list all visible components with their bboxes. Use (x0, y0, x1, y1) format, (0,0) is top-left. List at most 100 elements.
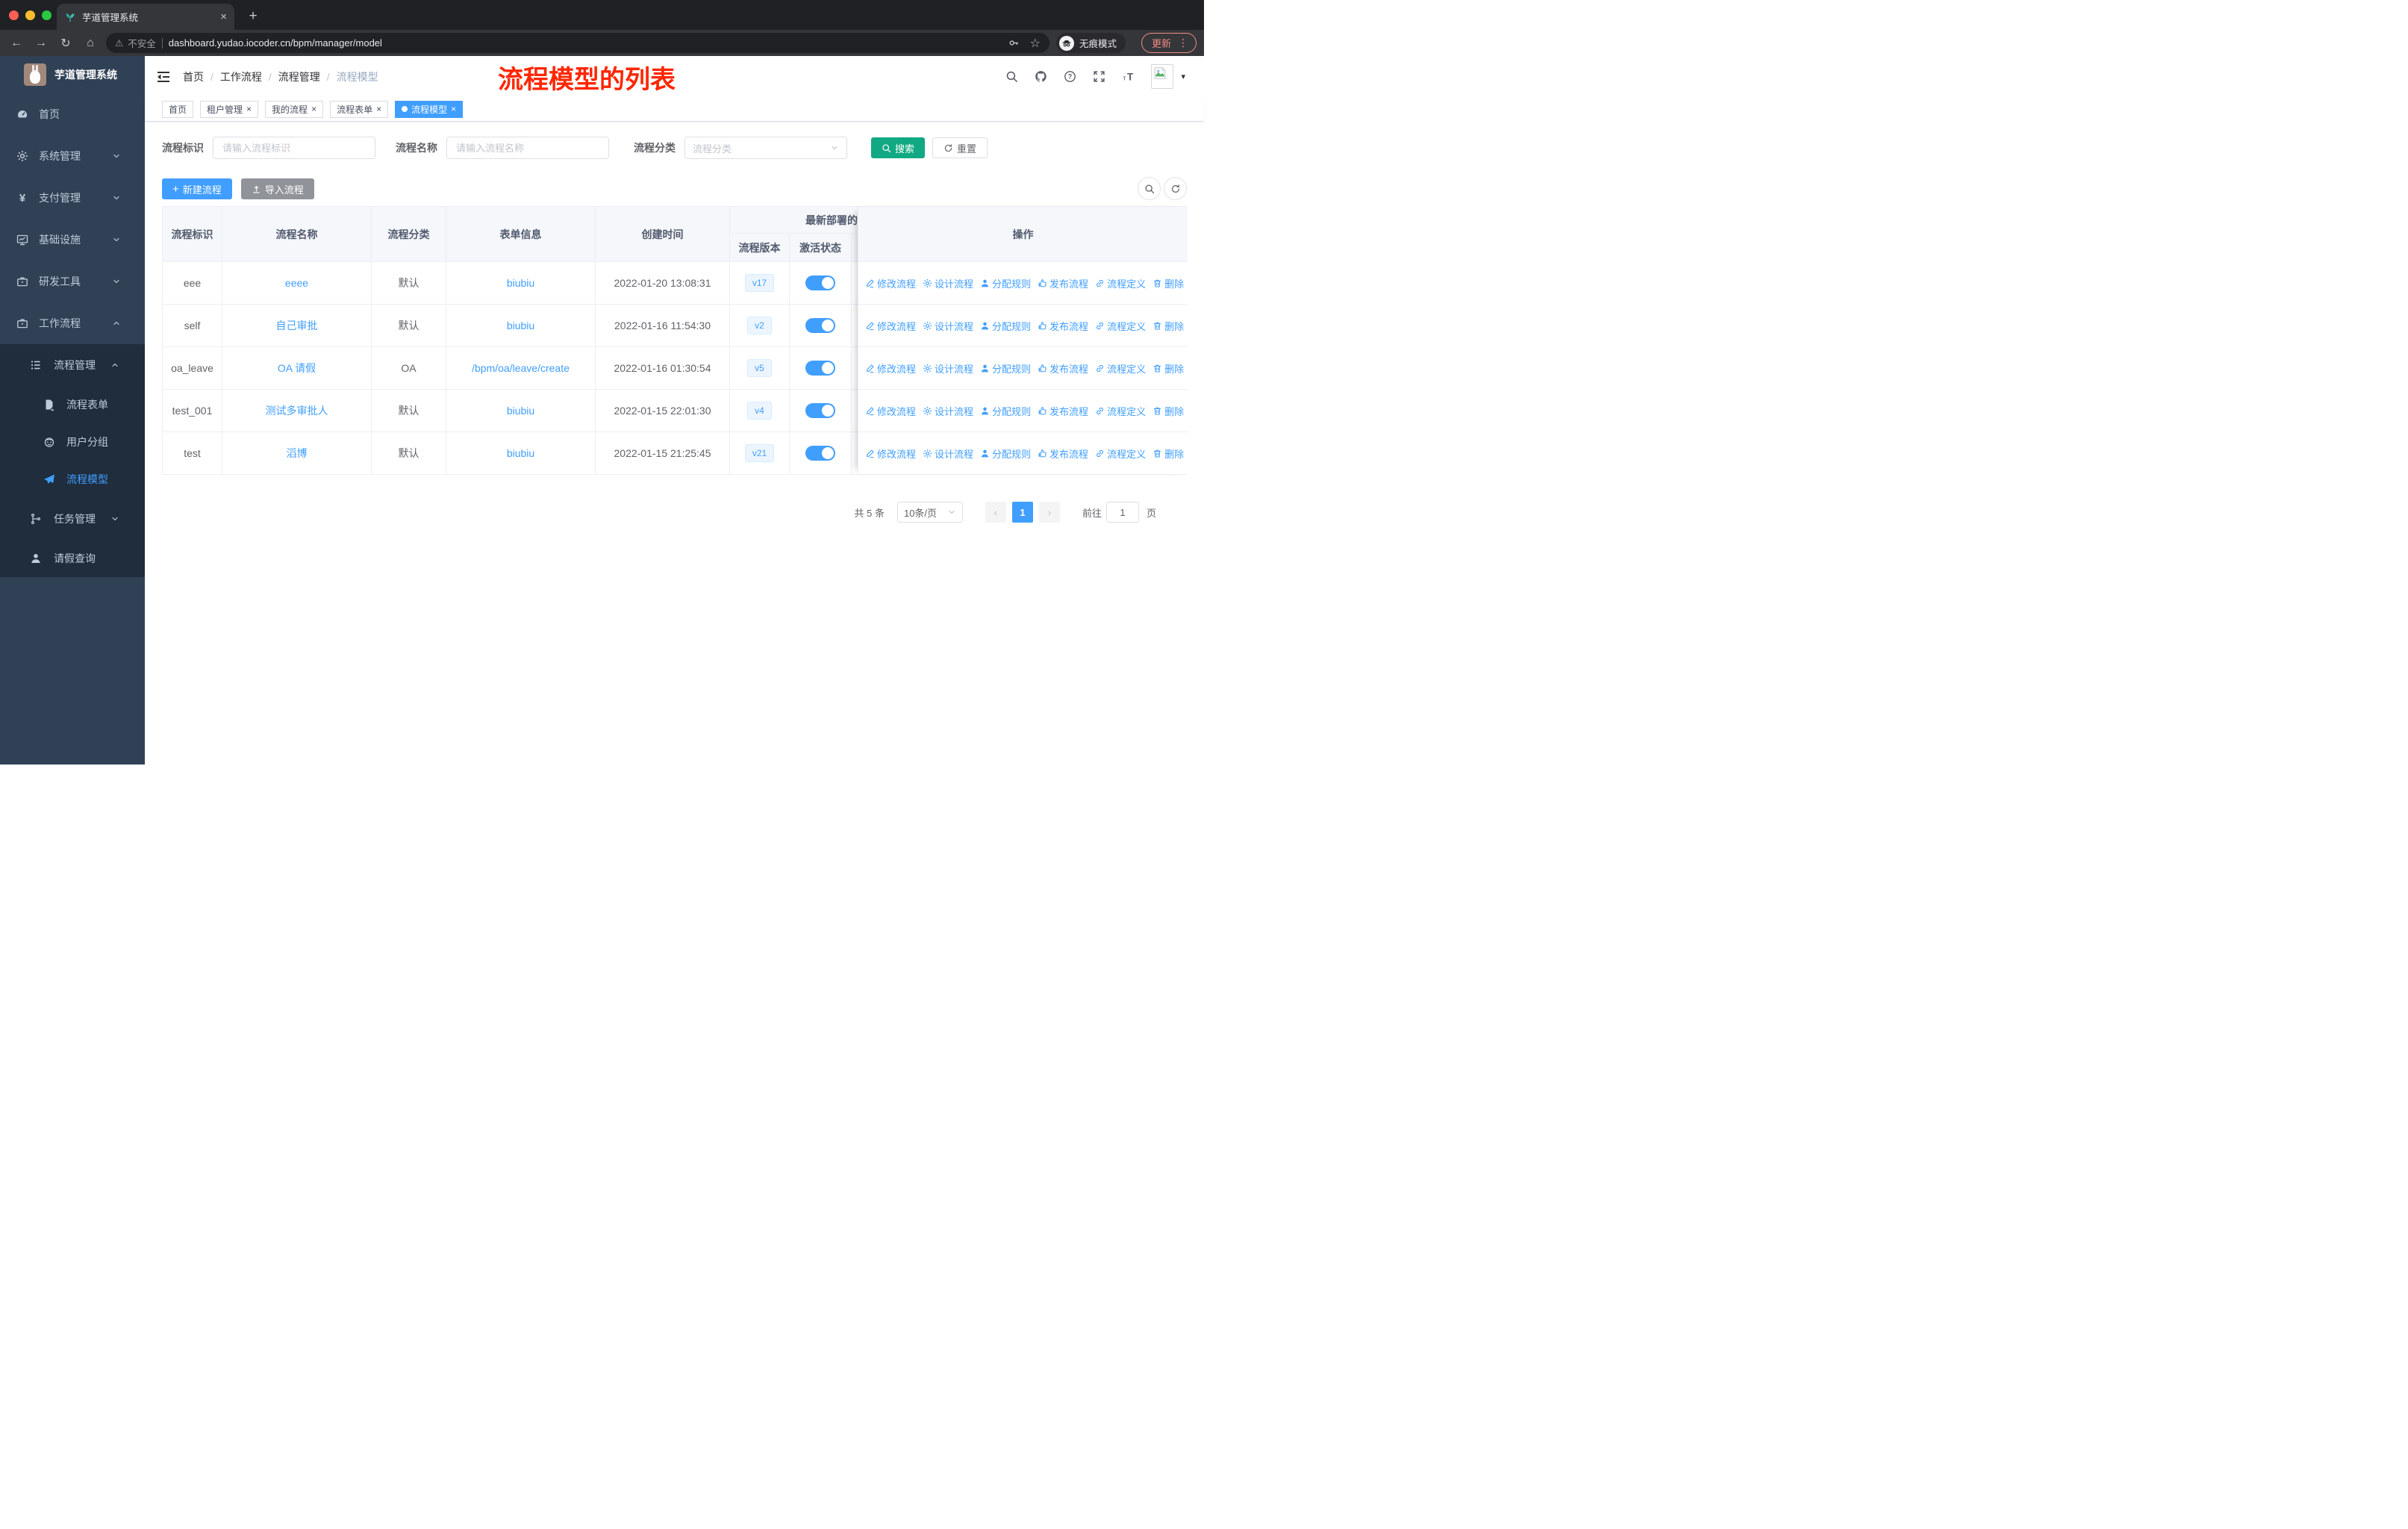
sidebar-item-流程模型[interactable]: 流程模型 (0, 461, 145, 498)
tag-租户管理[interactable]: 租户管理 × (200, 100, 259, 118)
form-info-link[interactable]: biubiu (507, 405, 534, 417)
browser-update-button[interactable]: 更新 ⋮ (1141, 33, 1197, 53)
form-info-link[interactable]: biubiu (507, 447, 534, 459)
active-toggle[interactable] (805, 446, 835, 461)
breadcrumb-item[interactable]: 流程管理 (278, 69, 320, 84)
sidebar-item-系统管理[interactable]: 系统管理 (0, 135, 145, 177)
action-流程定义[interactable]: 流程定义 (1095, 276, 1146, 290)
refresh-table-button[interactable] (1164, 177, 1187, 200)
action-流程定义[interactable]: 流程定义 (1095, 319, 1146, 333)
action-发布流程[interactable]: 发布流程 (1038, 361, 1088, 376)
action-删除[interactable]: 删除 (1152, 319, 1184, 333)
action-流程定义[interactable]: 流程定义 (1095, 361, 1146, 376)
sidebar-item-基础设施[interactable]: 基础设施 (0, 219, 145, 261)
browser-menu-icon[interactable]: ⋮ (1178, 37, 1188, 49)
avatar[interactable] (1151, 64, 1174, 89)
sidebar-item-请假查询[interactable]: 请假查询 (0, 540, 145, 577)
action-发布流程[interactable]: 发布流程 (1038, 446, 1088, 461)
page-number-1[interactable]: 1 (1011, 502, 1033, 523)
security-status[interactable]: ⚠ 不安全 (115, 36, 156, 50)
sidebar-item-流程管理[interactable]: 流程管理 (0, 344, 145, 386)
create-process-button[interactable]: + 新建流程 (162, 178, 232, 199)
action-设计流程[interactable]: 设计流程 (923, 446, 973, 461)
action-流程定义[interactable]: 流程定义 (1095, 446, 1146, 461)
action-设计流程[interactable]: 设计流程 (923, 361, 973, 376)
sidebar-item-用户分组[interactable]: 用户分组 (0, 423, 145, 461)
action-修改流程[interactable]: 修改流程 (865, 319, 916, 333)
process-name-link[interactable]: eeee (285, 277, 308, 289)
caret-down-icon[interactable]: ▾ (1181, 72, 1185, 81)
action-修改流程[interactable]: 修改流程 (865, 361, 916, 376)
reset-button[interactable]: 重置 (932, 137, 988, 158)
form-info-link[interactable]: biubiu (507, 320, 534, 331)
process-key-input[interactable] (213, 137, 375, 159)
hamburger-icon[interactable] (156, 69, 171, 84)
process-name-link[interactable]: 自己审批 (276, 318, 318, 333)
tag-首页[interactable]: 首页 (162, 100, 194, 118)
action-修改流程[interactable]: 修改流程 (865, 446, 916, 461)
active-toggle[interactable] (805, 318, 835, 333)
action-分配规则[interactable]: 分配规则 (980, 276, 1031, 290)
breadcrumb-item[interactable]: 工作流程 (220, 69, 262, 84)
back-button[interactable]: ← (7, 37, 25, 50)
key-icon[interactable] (1008, 37, 1020, 49)
search-button[interactable]: 搜索 (871, 137, 926, 158)
tag-close-icon[interactable]: × (376, 105, 381, 113)
action-分配规则[interactable]: 分配规则 (980, 404, 1031, 418)
action-流程定义[interactable]: 流程定义 (1095, 404, 1146, 418)
reload-button[interactable]: ↻ (57, 36, 75, 51)
action-修改流程[interactable]: 修改流程 (865, 276, 916, 290)
goto-page-input[interactable] (1105, 502, 1139, 523)
close-window-button[interactable] (9, 10, 19, 20)
forward-button[interactable]: → (32, 37, 50, 50)
action-删除[interactable]: 删除 (1152, 446, 1184, 461)
tag-close-icon[interactable]: × (451, 105, 456, 113)
form-info-link[interactable]: biubiu (507, 277, 534, 289)
action-分配规则[interactable]: 分配规则 (980, 446, 1031, 461)
action-分配规则[interactable]: 分配规则 (980, 319, 1031, 333)
home-button[interactable]: ⌂ (81, 37, 99, 50)
help-icon[interactable] (1064, 70, 1076, 84)
action-设计流程[interactable]: 设计流程 (923, 276, 973, 290)
process-name-link[interactable]: 滔博 (287, 446, 308, 461)
sidebar-item-工作流程[interactable]: 工作流程 (0, 302, 145, 344)
action-发布流程[interactable]: 发布流程 (1038, 276, 1088, 290)
action-修改流程[interactable]: 修改流程 (865, 404, 916, 418)
import-process-button[interactable]: 导入流程 (240, 178, 314, 199)
sidebar-item-研发工具[interactable]: 研发工具 (0, 261, 145, 302)
action-分配规则[interactable]: 分配规则 (980, 361, 1031, 376)
bookmark-star-icon[interactable]: ☆ (1030, 36, 1041, 51)
fullscreen-icon[interactable] (1093, 70, 1105, 84)
minimize-window-button[interactable] (25, 10, 35, 20)
prev-page-button[interactable]: ‹ (985, 502, 1006, 523)
action-设计流程[interactable]: 设计流程 (923, 319, 973, 333)
action-删除[interactable]: 删除 (1152, 404, 1184, 418)
address-bar[interactable]: ⚠ 不安全 dashboard.yudao.iocoder.cn/bpm/man… (106, 33, 1049, 53)
action-发布流程[interactable]: 发布流程 (1038, 319, 1088, 333)
action-设计流程[interactable]: 设计流程 (923, 404, 973, 418)
font-size-icon[interactable] (1122, 70, 1135, 84)
active-toggle[interactable] (805, 403, 835, 418)
action-发布流程[interactable]: 发布流程 (1038, 404, 1088, 418)
search-icon[interactable] (1005, 70, 1018, 84)
process-category-select[interactable]: 流程分类 (684, 137, 847, 159)
sidebar-item-任务管理[interactable]: 任务管理 (0, 498, 145, 540)
sidebar-item-流程表单[interactable]: 流程表单 (0, 386, 145, 423)
active-toggle[interactable] (805, 361, 835, 376)
maximize-window-button[interactable] (42, 10, 52, 20)
process-name-link[interactable]: OA 请假 (278, 361, 316, 376)
tab-close-icon[interactable]: × (220, 10, 227, 23)
new-tab-button[interactable]: + (243, 7, 263, 25)
tag-流程模型[interactable]: 流程模型 × (395, 100, 464, 118)
tag-close-icon[interactable]: × (246, 105, 252, 113)
tag-我的流程[interactable]: 我的流程 × (265, 100, 324, 118)
next-page-button[interactable]: › (1038, 502, 1060, 523)
app-logo[interactable]: 芋道管理系统 (0, 56, 145, 93)
browser-tab[interactable]: 芋道管理系统 × (57, 4, 234, 30)
form-info-link[interactable]: /bpm/oa/leave/create (472, 362, 570, 374)
page-size-select[interactable]: 10条/页 (896, 502, 963, 523)
sidebar-item-支付管理[interactable]: 支付管理 (0, 177, 145, 219)
process-name-link[interactable]: 测试多审批人 (266, 403, 328, 418)
sidebar-item-首页[interactable]: 首页 (0, 93, 145, 135)
url-text[interactable]: dashboard.yudao.iocoder.cn/bpm/manager/m… (169, 37, 1002, 49)
